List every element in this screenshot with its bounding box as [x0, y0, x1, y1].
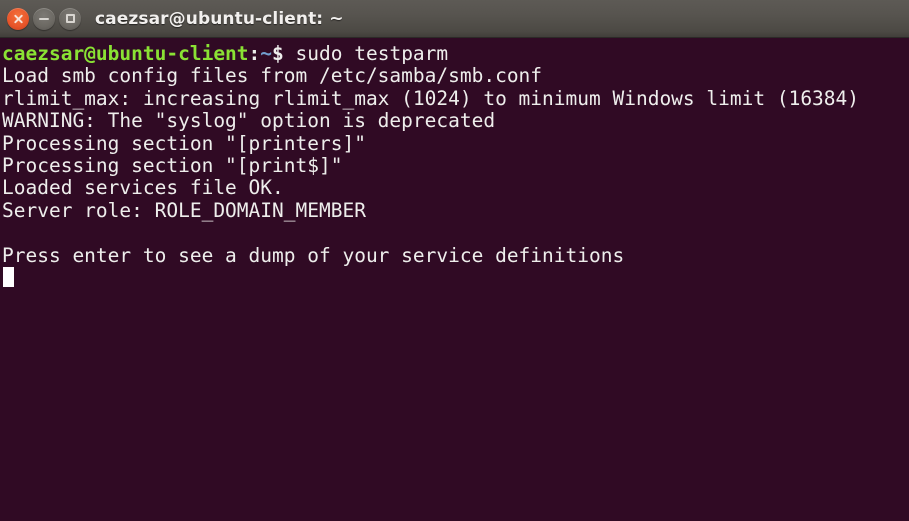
- close-button[interactable]: [7, 7, 29, 30]
- output-line: WARNING: The "syslog" option is deprecat…: [2, 109, 496, 133]
- maximize-icon: [65, 14, 75, 23]
- output-line: rlimit_max: increasing rlimit_max (1024)…: [2, 86, 860, 110]
- output-line: Server role: ROLE_DOMAIN_MEMBER: [2, 198, 366, 222]
- output-line: Press enter to see a dump of your servic…: [2, 243, 625, 267]
- terminal-output-area[interactable]: caezsar@ubuntu-client:~$ sudo testparm L…: [0, 38, 909, 521]
- close-icon: [13, 13, 24, 24]
- prompt-command: sudo testparm: [283, 42, 449, 65]
- cursor-line: [2, 266, 909, 289]
- output-line: Loaded services file OK.: [2, 176, 284, 200]
- prompt-sigil: $: [272, 42, 284, 65]
- window-controls: [7, 7, 81, 30]
- terminal-window: caezsar@ubuntu-client: ~ caezsar@ubuntu-…: [0, 0, 909, 521]
- window-titlebar[interactable]: caezsar@ubuntu-client: ~: [0, 0, 909, 38]
- output-line: Load smb config files from /etc/samba/sm…: [2, 64, 543, 88]
- terminal-prompt-line: caezsar@ubuntu-client:~$ sudo testparm: [2, 42, 909, 65]
- prompt-user-host: caezsar@ubuntu-client: [2, 42, 249, 65]
- output-line: Processing section "[print$]": [2, 153, 343, 177]
- minimize-button[interactable]: [33, 7, 55, 30]
- block-cursor: [3, 266, 14, 287]
- minimize-icon: [39, 17, 49, 20]
- maximize-button[interactable]: [59, 7, 81, 30]
- output-line: Processing section "[printers]": [2, 131, 366, 155]
- output-line-blank: [2, 222, 909, 244]
- prompt-colon: :: [248, 42, 261, 65]
- prompt-path: ~: [260, 42, 273, 65]
- window-title: caezsar@ubuntu-client: ~: [95, 8, 344, 29]
